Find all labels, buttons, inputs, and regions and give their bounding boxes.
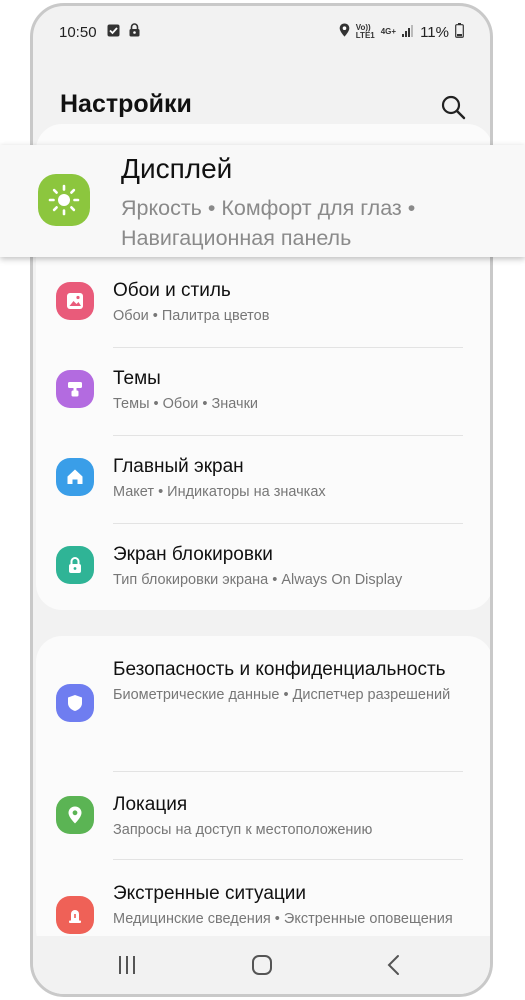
image-icon bbox=[56, 282, 94, 320]
home-nav-icon bbox=[252, 955, 272, 975]
location-status-icon bbox=[339, 23, 350, 41]
recent-apps-icon bbox=[119, 956, 135, 974]
page-title: Настройки bbox=[60, 90, 192, 118]
settings-group-2: Безопасность и конфиденциальность Биомет… bbox=[36, 636, 490, 956]
item-subtitle: Запросы на доступ к местоположению bbox=[113, 822, 373, 838]
search-button[interactable] bbox=[440, 94, 468, 122]
item-title: Экран блокировки bbox=[113, 544, 273, 565]
battery-icon bbox=[455, 22, 464, 42]
settings-item-lock-screen[interactable]: Экран блокировки Тип блокировки экрана •… bbox=[36, 528, 490, 610]
location-pin-icon bbox=[56, 796, 94, 834]
item-title: Экстренные ситуации bbox=[113, 883, 306, 904]
item-subtitle: Макет • Индикаторы на значках bbox=[113, 484, 326, 500]
display-icon-tile bbox=[38, 174, 90, 226]
home-button[interactable] bbox=[247, 953, 277, 979]
settings-item-location[interactable]: Локация Запросы на доступ к местоположен… bbox=[36, 772, 490, 860]
highlighted-item-display[interactable]: Дисплей Яркость • Комфорт для глаз • Нав… bbox=[0, 145, 525, 257]
divider bbox=[113, 435, 463, 436]
status-right: Vo)) LTE1 4G+ 11% bbox=[339, 22, 464, 42]
search-icon bbox=[441, 95, 466, 120]
display-subtitle: Яркость • Комфорт для глаз • Навигационн… bbox=[121, 196, 416, 250]
item-subtitle: Тип блокировки экрана • Always On Displa… bbox=[113, 572, 403, 588]
item-subtitle: Биометрические данные • Диспетчер разреш… bbox=[113, 687, 451, 703]
display-title: Дисплей bbox=[121, 153, 233, 184]
sun-icon bbox=[48, 184, 80, 216]
item-title: Локация bbox=[113, 794, 188, 815]
brush-icon bbox=[56, 370, 94, 408]
item-title: Безопасность и конфиденциальность bbox=[113, 659, 446, 680]
settings-item-security[interactable]: Безопасность и конфиденциальность Биомет… bbox=[36, 636, 490, 772]
status-bar: 10:50 Vo)) LTE1 4G+ 11% bbox=[59, 20, 464, 44]
item-title: Главный экран bbox=[113, 456, 244, 477]
status-time: 10:50 bbox=[59, 23, 97, 41]
item-subtitle: Обои • Палитра цветов bbox=[113, 308, 270, 324]
item-title: Темы bbox=[113, 368, 161, 389]
settings-item-themes[interactable]: Темы Темы • Обои • Значки bbox=[36, 352, 490, 440]
network-type-label: 4G+ bbox=[380, 27, 397, 36]
back-icon bbox=[387, 955, 399, 975]
back-button[interactable] bbox=[379, 953, 409, 979]
recent-apps-button[interactable] bbox=[111, 953, 143, 979]
battery-percent: 11% bbox=[420, 23, 449, 41]
settings-item-home-screen[interactable]: Главный экран Макет • Индикаторы на знач… bbox=[36, 440, 490, 528]
item-subtitle: Медицинские сведения • Экстренные оповещ… bbox=[113, 911, 453, 927]
checkbox-notification-icon bbox=[107, 24, 120, 41]
divider bbox=[113, 523, 463, 524]
item-title: Обои и стиль bbox=[113, 280, 231, 301]
navigation-bar bbox=[33, 936, 490, 994]
shield-icon bbox=[56, 684, 94, 722]
settings-item-wallpaper[interactable]: Обои и стиль Обои • Палитра цветов bbox=[36, 264, 490, 352]
volte-label: Vo)) LTE1 bbox=[355, 23, 375, 40]
lock-notification-icon bbox=[128, 23, 141, 41]
lock-icon bbox=[56, 546, 94, 584]
item-subtitle: Темы • Обои • Значки bbox=[113, 396, 259, 412]
home-icon bbox=[56, 458, 94, 496]
emergency-icon bbox=[56, 896, 94, 934]
divider bbox=[113, 347, 463, 348]
signal-icon bbox=[402, 24, 414, 41]
